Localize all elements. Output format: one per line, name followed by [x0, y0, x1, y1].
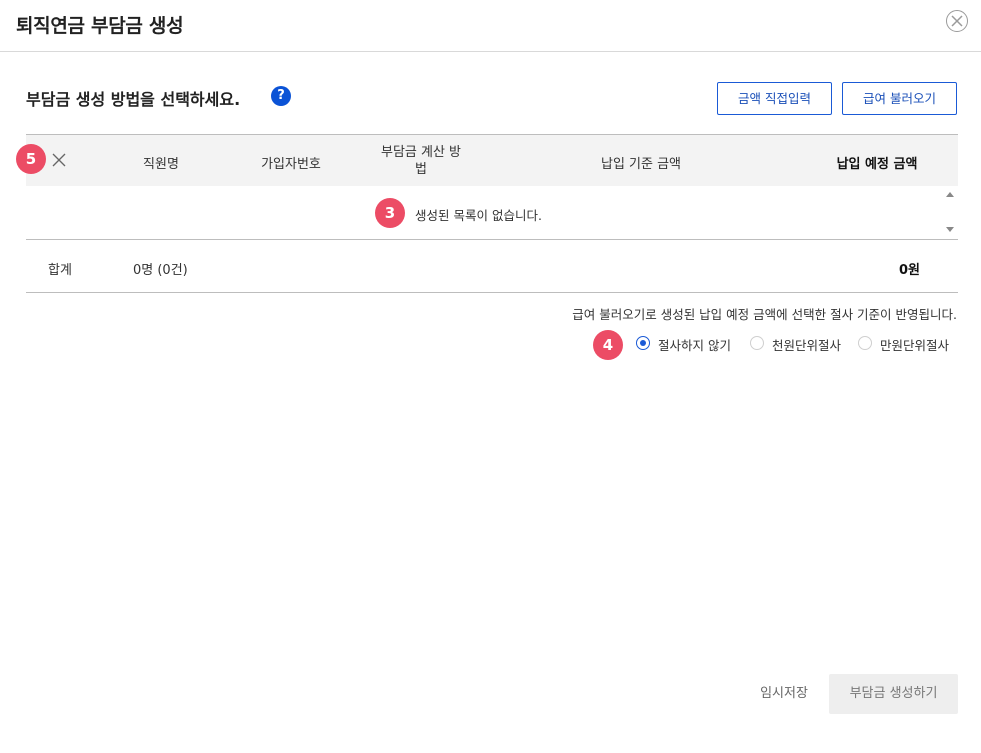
column-calc-method: 부담금 계산 방 법	[366, 144, 476, 178]
table-total-row: 합계 0명 (0건) 0원	[26, 240, 958, 293]
rounding-notice: 급여 불러오기로 생성된 납입 예정 금액에 선택한 절사 기준이 반영됩니다.	[572, 307, 957, 322]
method-prompt: 부담금 생성 방법을 선택하세요.	[26, 90, 241, 109]
column-member-number: 가입자번호	[261, 157, 321, 172]
total-label: 합계	[48, 263, 72, 278]
table-header: 직원명 가입자번호 부담금 계산 방 법 납입 기준 금액 납입 예정 금액	[26, 134, 958, 186]
load-salary-button[interactable]: 급여 불러오기	[842, 82, 957, 115]
temp-save-button[interactable]: 임시저장	[744, 674, 824, 714]
column-calc-method-line1: 부담금 계산 방	[380, 145, 462, 160]
column-employee-name: 직원명	[143, 157, 179, 172]
close-icon[interactable]	[946, 10, 968, 32]
column-base-amount: 납입 기준 금액	[600, 157, 682, 172]
help-icon[interactable]: ?	[271, 86, 291, 106]
scroll-up-arrow-icon[interactable]	[946, 192, 954, 197]
radio-unchecked-icon	[750, 336, 764, 350]
delete-x-icon[interactable]	[52, 152, 66, 171]
radio-label: 절사하지 않기	[658, 338, 731, 353]
callout-badge-3: 3	[375, 198, 405, 228]
table-body: 생성된 목록이 없습니다.	[26, 186, 958, 240]
scroll-down-arrow-icon[interactable]	[946, 227, 954, 232]
radio-label: 천원단위절사	[772, 338, 842, 353]
total-count: 0명 (0건)	[133, 263, 188, 278]
radio-checked-icon	[636, 336, 650, 350]
callout-badge-4: 4	[593, 330, 623, 360]
column-expected-amount: 납입 예정 금액	[836, 157, 918, 172]
dialog-title: 퇴직연금 부담금 생성	[16, 15, 184, 37]
empty-list-message: 생성된 목록이 없습니다.	[415, 208, 542, 223]
create-contribution-button[interactable]: 부담금 생성하기	[829, 674, 958, 714]
radio-unchecked-icon	[858, 336, 872, 350]
direct-input-button[interactable]: 금액 직접입력	[717, 82, 832, 115]
total-amount: 0원	[898, 263, 920, 278]
column-calc-method-line2: 법	[415, 162, 427, 177]
callout-badge-5: 5	[16, 144, 46, 174]
dialog-header: 퇴직연금 부담금 생성	[0, 0, 981, 52]
radio-label: 만원단위절사	[880, 338, 950, 353]
